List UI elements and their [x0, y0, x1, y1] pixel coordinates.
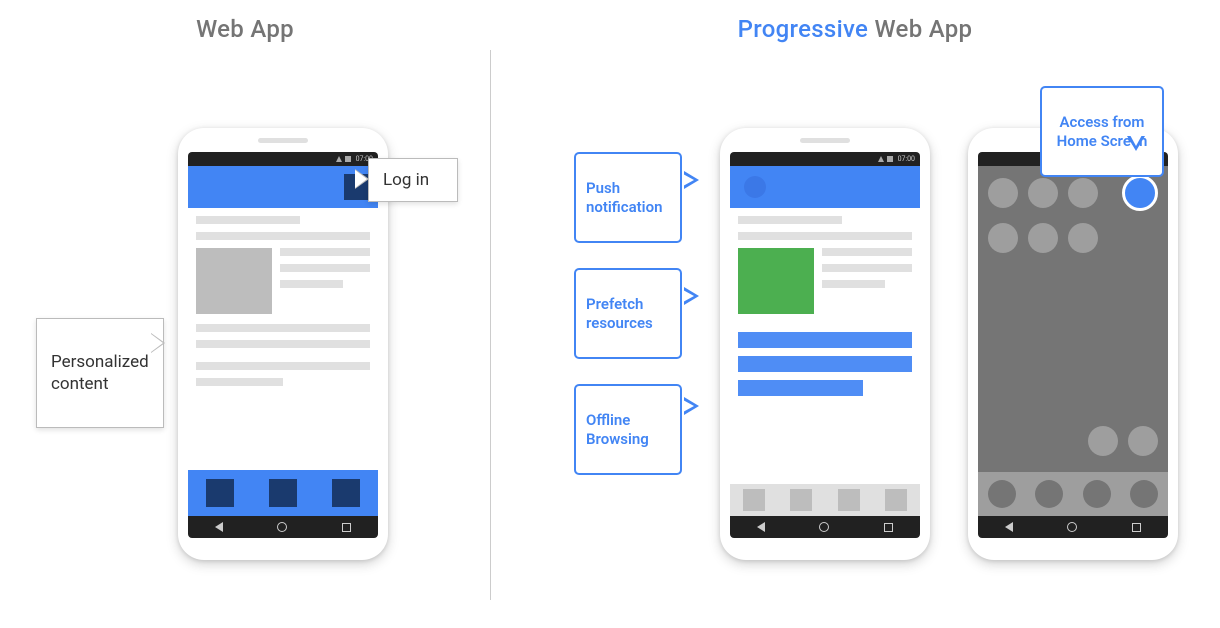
statusbar-time: 07:00	[898, 155, 915, 163]
recents-icon[interactable]	[1132, 523, 1141, 532]
android-statusbar: 07:00	[188, 152, 378, 166]
vertical-divider	[490, 50, 491, 600]
app-icon[interactable]	[1068, 178, 1098, 208]
phone-homescreen: 07:00	[968, 128, 1178, 560]
offline-cached-item[interactable]	[738, 356, 912, 372]
app-icon[interactable]	[1128, 426, 1158, 456]
dock-app-icon[interactable]	[988, 480, 1016, 508]
screen-webapp: 07:00	[188, 152, 378, 538]
app-bar	[188, 166, 378, 208]
text-line	[196, 324, 370, 332]
callout-homescreen: Access from Home Screen	[1040, 86, 1164, 177]
callout-login: Log in	[368, 158, 458, 202]
phone-pwa: 07:00	[720, 128, 930, 560]
text-line	[196, 232, 370, 240]
home-icon[interactable]	[277, 522, 287, 532]
callout-prefetch-text: Prefetch resources	[586, 295, 653, 332]
back-icon[interactable]	[215, 522, 223, 532]
nav-item[interactable]	[743, 489, 765, 511]
text-block	[822, 248, 912, 314]
screen-pwa: 07:00	[730, 152, 920, 538]
android-navbar	[188, 516, 378, 538]
content-area	[730, 208, 920, 516]
battery-icon	[887, 156, 893, 162]
dock-app-icon[interactable]	[1083, 480, 1111, 508]
text-block	[280, 248, 370, 314]
back-icon[interactable]	[1005, 522, 1013, 532]
signal-icon	[336, 156, 342, 162]
prefetched-image	[738, 248, 814, 314]
back-icon[interactable]	[757, 522, 765, 532]
dock-app-icon[interactable]	[1035, 480, 1063, 508]
nav-item[interactable]	[269, 479, 297, 507]
callout-push-text: Push notification	[586, 179, 662, 216]
signal-icon	[878, 156, 884, 162]
android-navbar	[978, 516, 1168, 538]
text-line	[196, 362, 370, 370]
right-title-highlight: Progressive	[738, 15, 869, 43]
nav-item[interactable]	[790, 489, 812, 511]
callout-offline: Offline Browsing	[574, 384, 682, 475]
screen-homescreen: 07:00	[978, 152, 1168, 538]
phone-webapp: 07:00	[178, 128, 388, 560]
text-line	[196, 378, 283, 386]
push-notification-indicator[interactable]	[744, 176, 766, 198]
bottom-nav	[730, 484, 920, 516]
android-statusbar: 07:00	[730, 152, 920, 166]
home-icon[interactable]	[819, 522, 829, 532]
nav-item[interactable]	[206, 479, 234, 507]
text-line	[738, 216, 842, 224]
callout-prefetch: Prefetch resources	[574, 268, 682, 359]
offline-cached-item[interactable]	[738, 380, 863, 396]
right-title-rest: Web App	[868, 15, 972, 43]
battery-icon	[345, 156, 351, 162]
home-wallpaper	[978, 166, 1168, 516]
callout-personalized-text: Personalized content	[51, 352, 149, 394]
app-icon[interactable]	[1068, 223, 1098, 253]
app-bar	[730, 166, 920, 208]
home-dock	[978, 472, 1168, 516]
left-title: Web App	[0, 0, 490, 43]
image-placeholder	[196, 248, 272, 314]
nav-item[interactable]	[885, 489, 907, 511]
right-title: Progressive Web App	[490, 0, 1220, 43]
offline-cached-item[interactable]	[738, 332, 912, 348]
recents-icon[interactable]	[884, 523, 893, 532]
app-icon[interactable]	[1028, 178, 1058, 208]
text-line	[196, 340, 370, 348]
callout-personalized: Personalized content	[36, 318, 164, 428]
android-navbar	[730, 516, 920, 538]
text-line	[196, 216, 300, 224]
callout-push: Push notification	[574, 152, 682, 243]
bottom-nav	[188, 470, 378, 516]
recents-icon[interactable]	[342, 523, 351, 532]
nav-item[interactable]	[838, 489, 860, 511]
dock-app-icon[interactable]	[1130, 480, 1158, 508]
app-icon[interactable]	[988, 223, 1018, 253]
pwa-home-icon[interactable]	[1122, 175, 1158, 211]
app-icon[interactable]	[1088, 426, 1118, 456]
callout-login-text: Log in	[383, 170, 429, 190]
app-icon[interactable]	[988, 178, 1018, 208]
nav-item[interactable]	[332, 479, 360, 507]
text-line	[738, 232, 912, 240]
callout-offline-text: Offline Browsing	[586, 411, 649, 448]
app-icon[interactable]	[1028, 223, 1058, 253]
home-icon[interactable]	[1067, 522, 1077, 532]
